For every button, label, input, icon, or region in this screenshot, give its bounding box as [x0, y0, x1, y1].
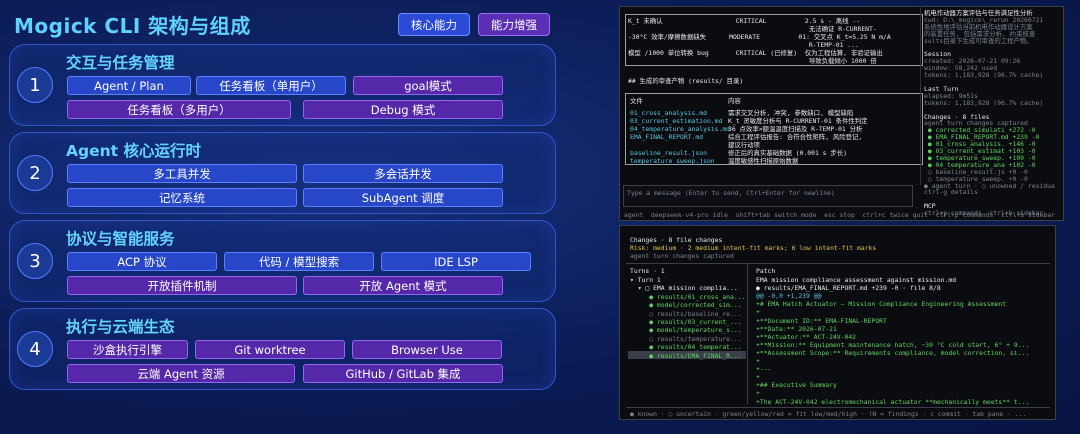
- sidebar-line: sults目录下生成可审查的工程产物。: [924, 36, 1033, 45]
- section-2: 2 Agent 核心运行时多工具并发 多会话并发 记忆系统 SubAgent 调度: [9, 132, 556, 214]
- section-number: 4: [17, 331, 53, 367]
- results-section-title: ## 生成的审查产物 (results/ 目录): [628, 77, 744, 85]
- capability-pill: Debug 模式: [303, 100, 503, 119]
- capability-pill: ACP 协议: [67, 252, 217, 271]
- page-title: Mogick CLI 架构与组成: [14, 14, 251, 38]
- risk-line: Risk: medium · 2 medium intent-fit marks…: [630, 244, 877, 252]
- files-header-content: 内容: [728, 97, 741, 105]
- risk-table-row: 导致负载倾小 1000 倍: [628, 57, 877, 65]
- section-3: 3 协议与智能服务 ACP 协议 代码 / 模型搜索 IDE LSP 开放插件机制 开放 A…: [9, 220, 556, 302]
- legend-core: 核心能力: [398, 13, 470, 36]
- turn-tree-item: ▾ □ EMA mission complia...: [630, 284, 738, 293]
- patch-line: +**Assessment Scope:** Requirements comp…: [756, 348, 1030, 357]
- turn-tree-item: ▾ Turn 1: [630, 276, 661, 284]
- status-bar: agent deepseek-v4-pro idle shift+tab swi…: [624, 211, 1064, 219]
- risk-table-row: R-TEMP-01 ...: [628, 41, 859, 49]
- turn-tree-item: ● results/04_temperat...: [630, 343, 742, 352]
- patch-title: Patch: [756, 267, 776, 275]
- turn-tree-item: ● results/EMA_FINAL_R...: [630, 351, 742, 360]
- section-1: 1 交互与任务管理 Agent / Plan 任务看板（单用户） goal模式任务看板（…: [9, 44, 556, 126]
- section-number: 3: [17, 243, 53, 279]
- patch-line: +: [756, 373, 760, 382]
- capability-pill: 云端 Agent 资源: [67, 364, 295, 383]
- capability-pill: 开放插件机制: [67, 276, 297, 295]
- capability-pill: 沙盒执行引擎: [67, 340, 188, 359]
- file-name: temperature_sweep.json: [630, 157, 715, 165]
- capability-pill: Agent / Plan: [67, 76, 191, 95]
- capability-pill: IDE LSP: [381, 252, 531, 271]
- patch-line: +: [756, 357, 760, 365]
- file-content: 温度敏感性扫描原始数据: [728, 157, 799, 165]
- file-content: 需求交叉分析, 冲突, 参数缺口, 模型缺陷: [728, 109, 854, 117]
- captured-line: agent turn changes captured: [630, 252, 734, 260]
- patch-line: +**Document ID:** EMA-FINAL-REPORT: [756, 316, 887, 325]
- turn-tree-item: ○ results/baseline_re...: [630, 309, 742, 318]
- turn-tree-item: ● results/03_current_...: [630, 318, 742, 326]
- terminal-session-window[interactable]: K_t 未确认 CRITICAL 2.5 s - 离线 -- 无法确证 R-CU…: [619, 6, 1064, 221]
- risk-table-row: 无法确证 R-CURRENT-: [628, 25, 877, 33]
- patch-line: +**Date:** 2026-07-21: [756, 324, 837, 333]
- patch-line: +**Mission:** Equipment maintenance hatc…: [756, 340, 1030, 349]
- section-title: Agent 核心运行时: [66, 142, 201, 160]
- risk-table-row: 模型 /1000 单位转换 bug CRITICAL (已修复) 仅为工程估算,…: [628, 49, 883, 57]
- file-name: 01_cross_analysis.md: [630, 109, 707, 117]
- message-input[interactable]: Type a message (Enter to send, Ctrl+Ente…: [623, 185, 913, 207]
- patch-line: +# EMA Hatch Actuator — Mission Complian…: [756, 300, 1007, 309]
- legend-advanced: 能力增强: [478, 13, 550, 36]
- sidebar-line: ctrl-g details: [924, 188, 978, 197]
- sidebar-line: tokens: 1,183,928 (96.7% cache): [924, 71, 1044, 80]
- capability-pill: 任务看板（多用户）: [67, 100, 291, 119]
- patch-line: +## Executive Summary: [756, 381, 837, 390]
- file-name: EMA_FINAL_REPORT.md: [630, 133, 704, 141]
- section-number: 1: [17, 67, 53, 103]
- patch-line: +: [756, 308, 760, 317]
- section-title: 交互与任务管理: [66, 54, 175, 72]
- capability-pill: Git worktree: [195, 340, 345, 359]
- patch-line: +The ACT-24V-042 electromechanical actua…: [756, 397, 1030, 406]
- patch-line: +---: [756, 365, 772, 374]
- file-content: 修正后的真实基础数据 (0.001 s 步长): [728, 149, 848, 157]
- turn-tree-item: ● model/temperature_s...: [630, 326, 742, 335]
- section-title: 协议与智能服务: [66, 230, 175, 248]
- turns-title: Turns · 1: [630, 267, 665, 275]
- turn-tree-item: ● results/01_cross_ana...: [630, 292, 746, 301]
- capability-pill: SubAgent 调度: [303, 188, 503, 207]
- capability-pill: GitHub / GitLab 集成: [303, 364, 503, 383]
- patch-line: EMA mission compliance assessment agains…: [756, 276, 957, 284]
- legend: 核心能力 能力增强: [398, 13, 550, 36]
- capability-pill: 记忆系统: [67, 188, 297, 207]
- capability-pill: 代码 / 模型搜索: [224, 252, 374, 271]
- capability-pill: 多工具并发: [67, 164, 297, 183]
- patch-line: +**Actuator:** ACT-24V-042: [756, 332, 857, 341]
- patch-line: +: [756, 389, 760, 398]
- sidebar-line: tokens: 1,183,928 (96.7% cache): [924, 98, 1044, 107]
- file-content: 36 点效率×额温温度扫描及 R-TEMP-01 分析: [728, 125, 863, 133]
- turn-tree-item: ○ results/temperature...: [630, 334, 742, 343]
- changes-review-window[interactable]: Changes · 8 file changes Risk: medium · …: [619, 225, 1056, 420]
- file-content: 建议行动项: [728, 141, 760, 149]
- capability-pill: goal模式: [353, 76, 503, 95]
- capability-pill: Browser Use: [352, 340, 502, 359]
- section-title: 执行与云端生态: [66, 318, 175, 336]
- file-name: baseline_result.json: [630, 149, 707, 157]
- file-name: 03_current_estimation.md: [630, 117, 723, 125]
- turn-tree-item: ● model/corrected_sim...: [630, 301, 742, 310]
- file-name: 04_temperature_analysis.md: [630, 125, 731, 133]
- message-input-placeholder: Type a message (Enter to send, Ctrl+Ente…: [627, 189, 835, 197]
- risk-table-row: K_t 未确认 CRITICAL 2.5 s - 离线 --: [628, 17, 861, 25]
- capability-pill: 多会话并发: [303, 164, 503, 183]
- section-number: 2: [17, 155, 53, 191]
- patch-line: ● results/EMA_FINAL_REPORT.md +239 -0 · …: [756, 284, 941, 293]
- changes-header: Changes · 8 file changes: [630, 236, 723, 244]
- file-content: 综合工程评估报告: 合符合性矩阵, 风险登记,: [728, 133, 863, 141]
- patch-line: @@ -0,0 +1,239 @@: [756, 292, 822, 301]
- review-footer: ● known · ○ uncertain · green/yellow/red…: [630, 410, 1027, 418]
- files-header-file: 文件: [630, 97, 643, 105]
- capability-pill: 开放 Agent 模式: [303, 276, 503, 295]
- risk-table-row: -30°C 效率/摩擦数据缺失 MODERATE 01: 交叉点 K_t=5.2…: [628, 33, 891, 41]
- capability-pill: 任务看板（单用户）: [196, 76, 346, 95]
- file-content: K_t 灵敏度分析与 R-CURRENT-01 条件性判定: [728, 117, 868, 125]
- section-4: 4 执行与云端生态 沙盒执行引擎 Git worktree Browser Use 云端 …: [9, 308, 556, 390]
